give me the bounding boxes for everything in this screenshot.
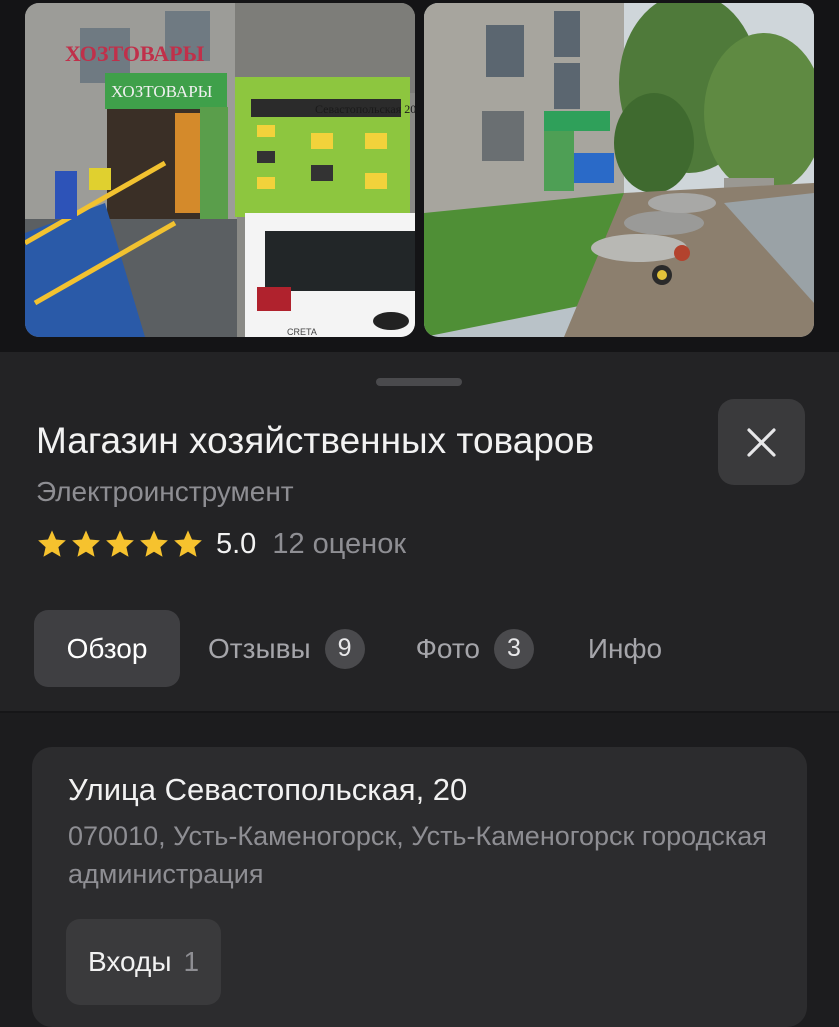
rating-stars: [36, 528, 204, 560]
address-postal: 070010, Усть-Каменогорск, Усть-Каменогор…: [68, 821, 767, 889]
star-icon: [106, 530, 134, 557]
rating-count: 12 оценок: [272, 527, 407, 560]
tab-photos[interactable]: Фото 3: [416, 610, 534, 687]
place-title: Магазин хозяйственных товаров: [36, 420, 595, 461]
place-category: Электроинструмент: [36, 476, 294, 507]
close-button[interactable]: [718, 399, 805, 485]
building-photo[interactable]: [424, 3, 814, 337]
car-badge-text: CRETA: [287, 327, 317, 337]
address-card[interactable]: Улица Севастопольская, 20 070010, Усть-К…: [32, 747, 807, 1027]
photo-gallery[interactable]: ХОЗТОВАРЫ ХОЗТОВАРЫ Севастопольская 20 C…: [0, 0, 839, 352]
tab-overview-label: Обзор: [66, 632, 148, 664]
tab-photos-label: Фото: [415, 632, 480, 664]
tab-info[interactable]: Инфо: [588, 610, 662, 687]
star-icon: [38, 530, 66, 557]
star-icon: [174, 530, 202, 557]
tab-overview[interactable]: Обзор: [34, 610, 180, 687]
tab-info-label: Инфо: [587, 632, 663, 664]
tab-reviews[interactable]: Отзывы 9: [208, 610, 365, 687]
store-name-text: ХОЗТОВАРЫ: [111, 82, 213, 101]
address-street: Улица Севастопольская, 20: [68, 772, 468, 807]
rating-value: 5.0: [216, 527, 257, 560]
banner-text: Севастопольская 20: [315, 102, 415, 116]
tab-reviews-label: Отзывы: [208, 632, 311, 664]
place-card-sheet: Магазин хозяйственных товаров Электроинс…: [0, 352, 839, 1027]
entrances-button[interactable]: Входы 1: [66, 919, 222, 1005]
reviews-count-badge: 9: [324, 628, 365, 669]
photos-count-badge: 3: [493, 628, 534, 669]
star-icon: [140, 530, 168, 557]
entrances-count: 1: [183, 946, 200, 977]
close-icon: [747, 428, 776, 457]
shop-sign-text: ХОЗТОВАРЫ: [65, 41, 205, 66]
overview-content: Улица Севастопольская, 20 070010, Усть-К…: [0, 713, 839, 1027]
entrances-label: Входы: [88, 946, 172, 977]
rating-row[interactable]: 5.0 12 оценок: [36, 524, 406, 564]
place-tabs: Обзор Отзывы 9 Фото 3 Инфо: [34, 610, 662, 687]
store-front-photo[interactable]: ХОЗТОВАРЫ ХОЗТОВАРЫ Севастопольская 20 C…: [25, 3, 415, 337]
star-icon: [72, 530, 100, 557]
sheet-grabber-handle[interactable]: [376, 378, 462, 386]
